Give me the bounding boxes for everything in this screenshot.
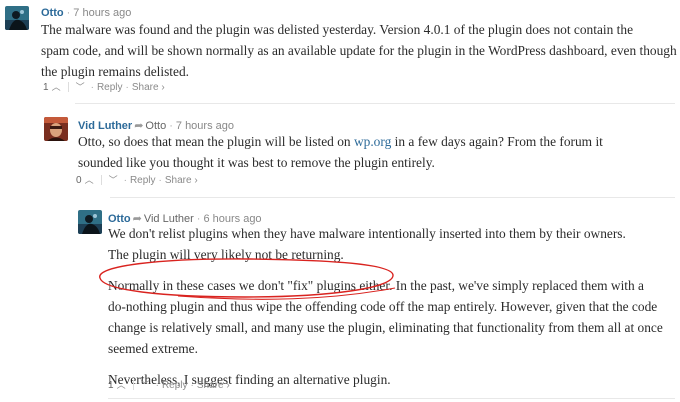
avatar[interactable] bbox=[78, 210, 102, 234]
upvote-icon[interactable]: ︿ bbox=[85, 175, 94, 185]
divider bbox=[132, 380, 134, 391]
share-button[interactable]: Share › bbox=[165, 175, 198, 186]
thread-divider bbox=[75, 103, 675, 104]
avatar-image bbox=[44, 117, 68, 141]
comment-actions: 0 ︿ ﹀ · Reply · Share › bbox=[76, 175, 198, 186]
avatar[interactable] bbox=[5, 6, 29, 30]
vote-count: 1 bbox=[43, 82, 49, 93]
avatar-image bbox=[78, 210, 102, 234]
comment-text-line: change is relatively small, and many use… bbox=[108, 320, 663, 335]
comment-body: The malware was found and the plugin was… bbox=[41, 19, 680, 82]
comment-text-line: the plugin remains delisted. bbox=[41, 64, 190, 79]
comment-text-line: Normally in these cases we don't "fix" p… bbox=[108, 278, 644, 293]
comment-text-line: do-nothing plugin and thus wipe the offe… bbox=[108, 299, 658, 314]
comment-text-line: Otto, so does that mean the plugin will … bbox=[78, 134, 603, 149]
share-button[interactable]: Share › bbox=[197, 380, 230, 391]
comment-3: Otto ➦ Vid Luther · 6 hours ago We don't rel… bbox=[0, 205, 680, 402]
comment-2: Vid Luther ➦ Otto · 7 hours ago Otto, so doe… bbox=[0, 110, 680, 200]
upvote-icon[interactable]: ︿ bbox=[117, 380, 126, 390]
comment-text-line: spam code, and will be shown normally as… bbox=[41, 43, 677, 58]
comment-text-line: We don't relist plugins when they have m… bbox=[108, 226, 626, 241]
share-button[interactable]: Share › bbox=[132, 82, 165, 93]
divider bbox=[100, 175, 102, 186]
comment-actions: 1 ︿ ﹀ · Reply · Share › bbox=[43, 82, 165, 93]
vote-count: 1 bbox=[108, 380, 114, 391]
avatar[interactable] bbox=[44, 117, 68, 141]
reply-button[interactable]: Reply bbox=[97, 82, 123, 93]
vote-count: 0 bbox=[76, 175, 82, 186]
wp-org-link[interactable]: wp.org bbox=[354, 134, 391, 149]
comment-text-line: sounded like you thought it was best to … bbox=[78, 155, 435, 170]
timestamp[interactable]: 7 hours ago bbox=[73, 7, 131, 19]
reply-button[interactable]: Reply bbox=[162, 380, 188, 391]
divider bbox=[67, 82, 69, 93]
downvote-icon[interactable]: ﹀ bbox=[141, 380, 150, 390]
thread-divider bbox=[108, 398, 675, 399]
reply-button[interactable]: Reply bbox=[130, 175, 156, 186]
comment-text-line: The malware was found and the plugin was… bbox=[41, 22, 634, 37]
comment-actions: 1 ︿ ﹀ · Reply · Share › bbox=[108, 380, 230, 391]
downvote-icon[interactable]: ﹀ bbox=[109, 175, 118, 185]
comment-text-line: The plugin will very likely not be retur… bbox=[108, 247, 344, 262]
avatar-image bbox=[5, 6, 29, 30]
comment-1: Otto · 7 hours ago The malware was found a… bbox=[0, 0, 680, 100]
upvote-icon[interactable]: ︿ bbox=[52, 82, 61, 92]
thread-divider bbox=[110, 197, 675, 198]
comment-body: Otto, so does that mean the plugin will … bbox=[78, 131, 678, 173]
downvote-icon[interactable]: ﹀ bbox=[76, 82, 85, 92]
comment-header: Otto · 7 hours ago bbox=[41, 7, 132, 19]
comment-text-line: seemed extreme. bbox=[108, 341, 198, 356]
author-name[interactable]: Otto bbox=[41, 7, 64, 19]
comment-body: We don't relist plugins when they have m… bbox=[108, 223, 678, 390]
